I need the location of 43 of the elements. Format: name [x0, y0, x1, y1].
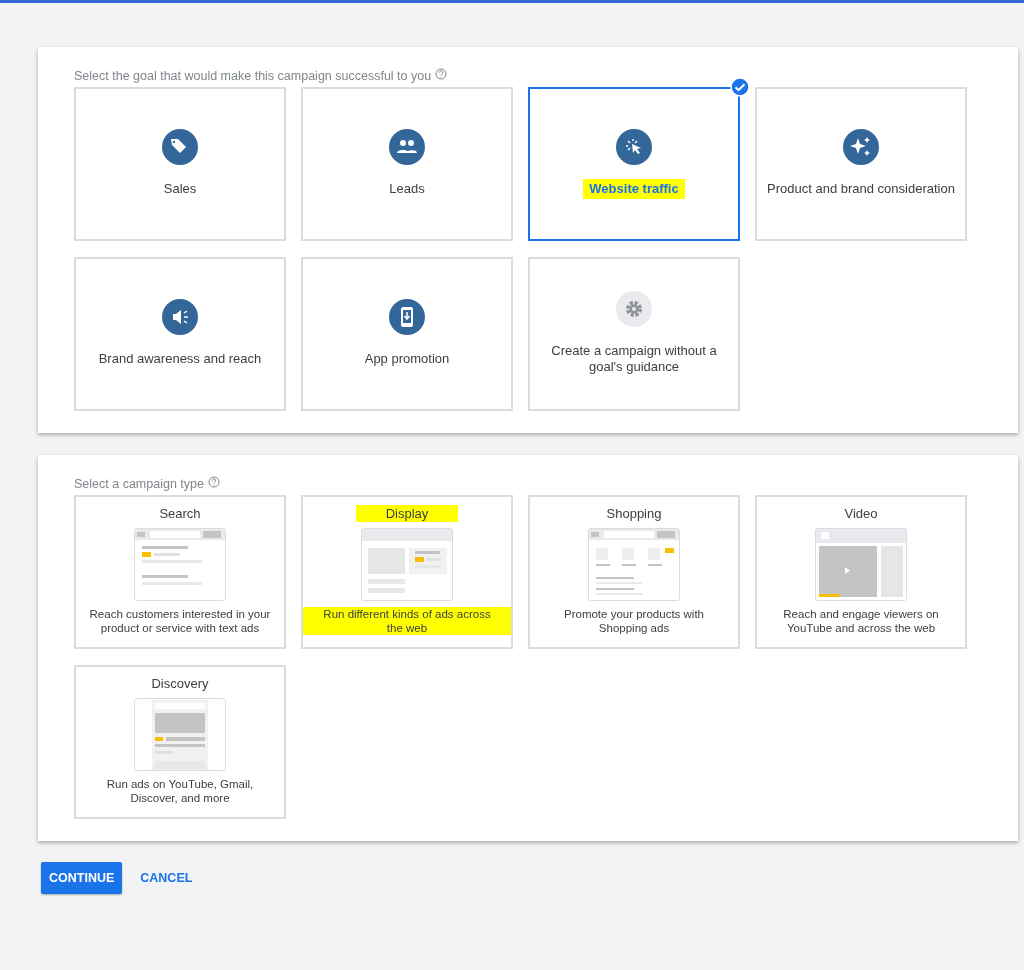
type-description: Run different kinds of ads across the web [303, 607, 511, 635]
goal-label: Product and brand consideration [766, 180, 956, 198]
type-description: Reach and engage viewers on YouTube and across the web [782, 607, 940, 635]
goal-label: Sales [162, 180, 198, 198]
type-title: Shopping [605, 505, 663, 522]
goal-tile[interactable]: Website traffic [528, 87, 740, 241]
goal-label: Website traffic [583, 179, 685, 199]
gear-icon [616, 291, 652, 327]
goal-label: Create a campaign without a goal's guidance [550, 342, 718, 376]
type-description: Reach customers interested in your product or service with text ads [88, 607, 272, 635]
phone-icon [389, 299, 425, 335]
sparkle-icon [843, 129, 879, 165]
type-title: Discovery [150, 675, 210, 692]
goal-tile[interactable]: Product and brand consideration [755, 87, 967, 241]
continue-button[interactable]: CONTINUE [41, 862, 123, 894]
goal-label: Leads [388, 180, 426, 198]
type-description: Promote your products with Shopping ads [563, 607, 705, 635]
campaign-type-tile[interactable]: Shopping Promote your products with Shopping ads [528, 495, 740, 649]
megaphone-icon [162, 299, 198, 335]
help-icon[interactable] [435, 68, 448, 80]
type-title: Display [355, 505, 459, 522]
type-title: Video [843, 505, 879, 522]
goal-label: Brand awareness and reach [97, 350, 263, 368]
type-title: Search [158, 505, 202, 522]
goal-tile[interactable]: Create a campaign without a goal's guidance [528, 257, 740, 411]
cursor-icon [616, 129, 652, 165]
type-description: Run ads on YouTube, Gmail, Discover, and more [105, 777, 255, 805]
check-icon [730, 77, 750, 97]
people-icon [389, 129, 425, 165]
campaign-type-tile[interactable]: Display Run different kinds of ads across the web [301, 495, 513, 649]
goal-tile[interactable]: Brand awareness and reach [74, 257, 286, 411]
help-icon[interactable] [207, 476, 220, 488]
campaign-type-tile[interactable]: Discovery Run ads on YouTube, Gmail, Discover, and more [74, 665, 286, 819]
goal-label: App promotion [363, 350, 451, 368]
goal-prompt: Select the goal that would make this campaign successful to you [74, 69, 432, 83]
type-prompt: Select a campaign type [74, 477, 204, 491]
goal-tile[interactable]: Sales [74, 87, 286, 241]
tag-icon [162, 129, 198, 165]
campaign-type-tile[interactable]: Search Reach customers interested in your product or service with text ads [74, 495, 286, 649]
goal-tile[interactable]: Leads [301, 87, 513, 241]
goal-tile[interactable]: App promotion [301, 257, 513, 411]
cancel-button[interactable]: CANCEL [136, 862, 197, 894]
campaign-type-tile[interactable]: Video Reach and engage viewers on YouTube and across the web [755, 495, 967, 649]
